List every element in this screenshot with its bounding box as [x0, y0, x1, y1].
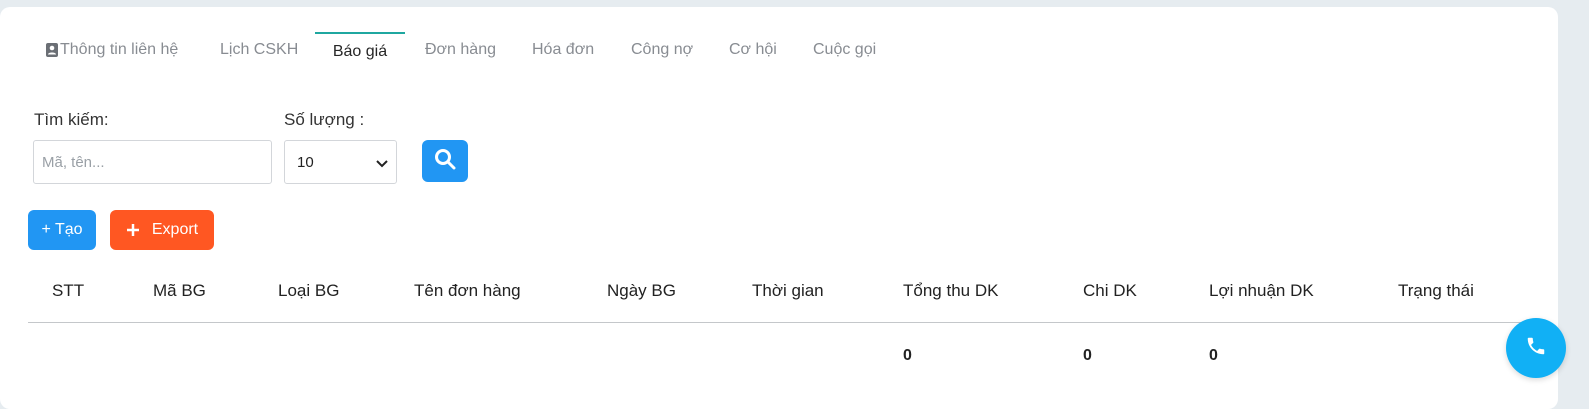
tab-quotation[interactable]: Báo giá: [315, 32, 405, 69]
tab-label: Lịch CSKH: [220, 40, 299, 58]
tab-care-schedule[interactable]: Lịch CSKH: [220, 32, 298, 67]
create-button[interactable]: + Tạo: [28, 210, 96, 250]
column-header-status[interactable]: Trạng thái: [1398, 281, 1474, 301]
column-header-order-name[interactable]: Tên đơn hàng: [414, 281, 521, 301]
tab-bar: Thông tin liên hệ Lịch CSKH Báo giá Đơn …: [0, 7, 1558, 67]
tab-label: Công nợ: [631, 40, 694, 58]
search-label: Tìm kiếm:: [34, 110, 109, 129]
column-header-type[interactable]: Loại BG: [278, 281, 339, 301]
column-header-profit[interactable]: Lợi nhuận DK: [1209, 281, 1314, 301]
tab-label: Cuộc gọi: [813, 40, 877, 58]
column-header-total-revenue[interactable]: Tổng thu DK: [903, 281, 998, 301]
export-button[interactable]: Export: [110, 210, 214, 250]
column-header-cost[interactable]: Chi DK: [1083, 281, 1137, 301]
tab-debts[interactable]: Công nợ: [631, 32, 693, 67]
column-header-date[interactable]: Ngày BG: [607, 281, 676, 301]
contact-card-icon: [46, 42, 58, 57]
export-button-label: Export: [151, 221, 199, 238]
tab-label: Thông tin liên hệ: [60, 40, 179, 58]
create-button-label: + Tạo: [41, 221, 83, 238]
quantity-value: 10: [297, 153, 314, 171]
total-revenue: 0: [903, 347, 912, 364]
quantity-label: Số lượng :: [284, 110, 365, 129]
column-header-stt[interactable]: STT: [52, 281, 84, 301]
column-header-code[interactable]: Mã BG: [153, 281, 206, 301]
tab-label: Báo giá: [332, 42, 388, 60]
total-profit: 0: [1209, 347, 1218, 364]
call-button[interactable]: [1506, 318, 1566, 378]
tab-label: Hóa đơn: [532, 40, 595, 58]
tab-label: Cơ hội: [729, 40, 777, 58]
plus-icon: [126, 223, 140, 237]
tab-label: Đơn hàng: [425, 40, 496, 58]
phone-icon: [1525, 335, 1547, 362]
search-button[interactable]: [422, 140, 468, 182]
tab-orders[interactable]: Đơn hàng: [425, 32, 496, 67]
content-card: Thông tin liên hệ Lịch CSKH Báo giá Đơn …: [0, 7, 1558, 409]
quantity-select[interactable]: 10: [284, 140, 397, 184]
tab-invoices[interactable]: Hóa đơn: [532, 32, 594, 67]
tab-opportunities[interactable]: Cơ hội: [729, 32, 777, 67]
total-cost: 0: [1083, 347, 1092, 364]
table-divider: [28, 322, 1532, 323]
tab-contact-info[interactable]: Thông tin liên hệ: [46, 32, 178, 67]
column-header-time[interactable]: Thời gian: [752, 281, 824, 301]
tab-calls[interactable]: Cuộc gọi: [813, 32, 876, 67]
chevron-down-icon: [376, 155, 388, 168]
search-input[interactable]: [33, 140, 272, 184]
search-icon: [434, 148, 456, 175]
